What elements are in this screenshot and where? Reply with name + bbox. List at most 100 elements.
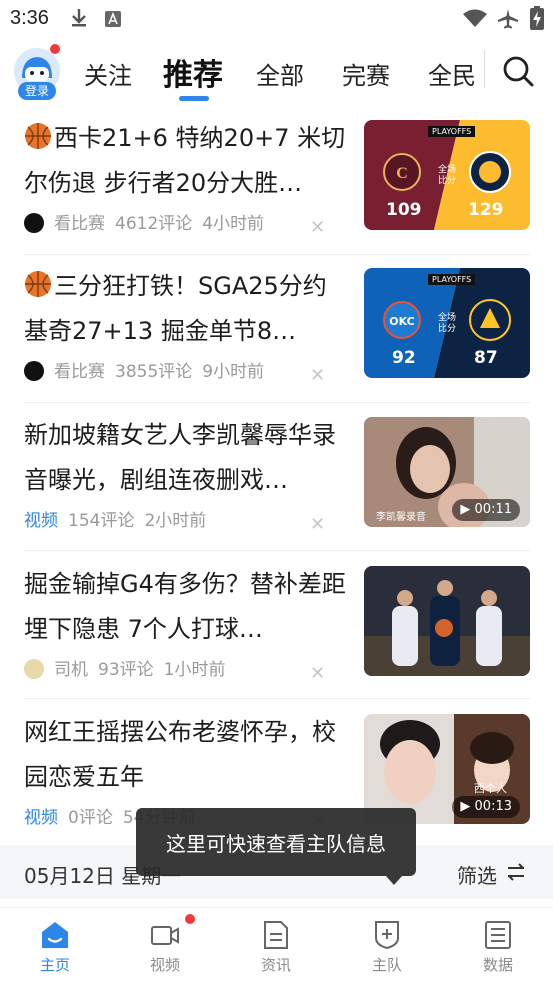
tab-national[interactable]: 全民 [428, 56, 476, 91]
news-item[interactable]: 掘金输掉G4有多伤？替补差距埋下隐患 7个人打球… 司机 93评论 1小时前 ✕ [0, 554, 553, 702]
nav-news[interactable]: 资讯 [221, 908, 331, 984]
wifi-icon [463, 9, 487, 27]
top-nav: 登录 关注 推荐 全部 完赛 全民 [0, 38, 553, 108]
news-meta: 看比赛 3855评论 9小时前 [24, 360, 274, 384]
video-caption: 西个人 [474, 782, 507, 795]
home-icon [42, 922, 68, 948]
news-source: 视频 [24, 808, 58, 828]
score-right: 87 [474, 348, 498, 368]
source-logo-icon [24, 213, 44, 233]
source-logo-icon [24, 361, 44, 381]
score-left: 109 [386, 200, 422, 220]
dismiss-icon[interactable]: ✕ [310, 365, 325, 386]
video-duration: ▶ 00:11 [452, 499, 520, 521]
video-icon [151, 926, 179, 945]
news-comments: 3855评论 [115, 362, 193, 382]
svg-text:C: C [396, 165, 408, 182]
news-title[interactable]: 网红王摇摆公布老婆怀孕，校园恋爱五年 [24, 710, 346, 800]
divider [24, 402, 530, 403]
nav-video-label: 视频 [149, 956, 180, 974]
news-thumbnail[interactable] [364, 566, 530, 676]
divider [24, 254, 530, 255]
status-time: 3:36 [10, 7, 49, 29]
notification-dot [50, 44, 60, 54]
score-right: 129 [468, 200, 504, 220]
news-title[interactable]: 西卡21+6 特纳20+7 米切尔伤退 步行者20分大胜… [24, 116, 346, 206]
duration-text: 00:11 [474, 502, 512, 517]
video-thumbnail[interactable]: 李凯馨录音 ▶ 00:11 [364, 417, 530, 527]
news-comments: 4612评论 [115, 214, 193, 234]
news-thumbnail[interactable]: C 全场 比分 PLAYOFFS 109 129 [364, 120, 530, 230]
nav-data-label: 数据 [482, 956, 513, 974]
dismiss-icon[interactable]: ✕ [310, 663, 325, 684]
battery-charging-icon [530, 6, 544, 30]
playoffs-badge: PLAYOFFS [428, 274, 476, 285]
news-meta: 看比赛 4612评论 4小时前 [24, 212, 274, 236]
airplane-mode-icon [498, 9, 518, 29]
news-time: 9小时前 [202, 362, 265, 382]
news-icon [264, 921, 288, 949]
nav-home-label: 主页 [39, 956, 70, 974]
team-tooltip[interactable]: 这里可快速查看主队信息 [136, 808, 416, 885]
news-meta: 视频 154评论 2小时前 [24, 509, 216, 533]
news-title[interactable]: 新加坡籍女艺人李凯馨辱华录音曝光，剧组连夜删戏… [24, 413, 346, 503]
tab-follow[interactable]: 关注 [84, 56, 132, 91]
news-item[interactable]: 西卡21+6 特纳20+7 米切尔伤退 步行者20分大胜… 看比赛 4612评论 4… [0, 108, 553, 256]
video-duration: ▶ 00:13 [452, 796, 520, 818]
news-title-text: 西卡21+6 特纳20+7 米切尔伤退 步行者20分大胜… [24, 124, 346, 197]
news-time: 2小时前 [144, 511, 207, 531]
divider [24, 698, 530, 699]
dismiss-icon[interactable]: ✕ [310, 217, 325, 238]
tab-finished[interactable]: 完赛 [342, 56, 390, 91]
news-time: 4小时前 [202, 214, 265, 234]
nav-home[interactable]: 主页 [0, 908, 110, 984]
svg-text:比分: 比分 [438, 322, 456, 334]
news-comments: 0评论 [68, 808, 113, 828]
login-badge[interactable]: 登录 [18, 82, 56, 100]
nav-divider [484, 50, 485, 88]
news-item[interactable]: 新加坡籍女艺人李凯馨辱华录音曝光，剧组连夜删戏… 视频 154评论 2小时前 ✕ 李… [0, 405, 553, 553]
news-source: 视频 [24, 511, 58, 531]
basketball-icon [25, 123, 51, 149]
nav-news-label: 资讯 [260, 956, 291, 974]
score-left: 92 [392, 348, 416, 368]
news-source: 司机 [54, 660, 88, 680]
download-icon [72, 9, 86, 27]
news-item[interactable]: 三分狂打铁！SGA25分约基奇27+13 掘金单节8… 看比赛 3855评论 9小时… [0, 256, 553, 404]
news-title[interactable]: 三分狂打铁！SGA25分约基奇27+13 掘金单节8… [24, 264, 346, 354]
news-title[interactable]: 掘金输掉G4有多伤？替补差距埋下隐患 7个人打球… [24, 562, 346, 652]
bottom-nav: 主页 视频 资讯 主队 数据 [0, 907, 553, 984]
svg-text:全场: 全场 [438, 163, 456, 175]
news-meta: 司机 93评论 1小时前 [24, 658, 235, 682]
news-comments: 93评论 [98, 660, 154, 680]
filter-icon[interactable] [506, 862, 526, 882]
tab-recommended[interactable]: 推荐 [163, 50, 223, 94]
playoffs-badge: PLAYOFFS [428, 126, 476, 137]
news-comments: 154评论 [68, 511, 135, 531]
news-title-text: 三分狂打铁！SGA25分约基奇27+13 掘金单节8… [24, 272, 327, 345]
nav-team-label: 主队 [371, 956, 402, 974]
app-notification-icon [105, 11, 121, 27]
active-tab-indicator [179, 96, 209, 101]
news-source: 看比赛 [54, 362, 105, 382]
tooltip-text: 这里可快速查看主队信息 [166, 832, 386, 856]
news-thumbnail[interactable]: OKC 全场 比分 PLAYOFFS 92 87 [364, 268, 530, 378]
news-time: 1小时前 [163, 660, 226, 680]
divider [24, 550, 530, 551]
tooltip-arrow [386, 876, 402, 885]
filter-button[interactable]: 筛选 [457, 860, 497, 889]
status-bar: 3:36 [0, 0, 553, 38]
video-caption: 李凯馨录音 [376, 512, 426, 523]
basketball-icon [25, 271, 51, 297]
data-icon [485, 921, 511, 949]
nav-video[interactable]: 视频 [110, 908, 220, 984]
tab-all[interactable]: 全部 [256, 56, 304, 91]
nav-team[interactable]: 主队 [332, 908, 442, 984]
team-icon [375, 921, 399, 950]
dismiss-icon[interactable]: ✕ [310, 514, 325, 535]
video-notification-dot [185, 914, 195, 924]
news-source: 看比赛 [54, 214, 105, 234]
duration-text: 00:13 [474, 799, 512, 814]
nav-data[interactable]: 数据 [443, 908, 553, 984]
search-icon[interactable] [501, 54, 535, 88]
